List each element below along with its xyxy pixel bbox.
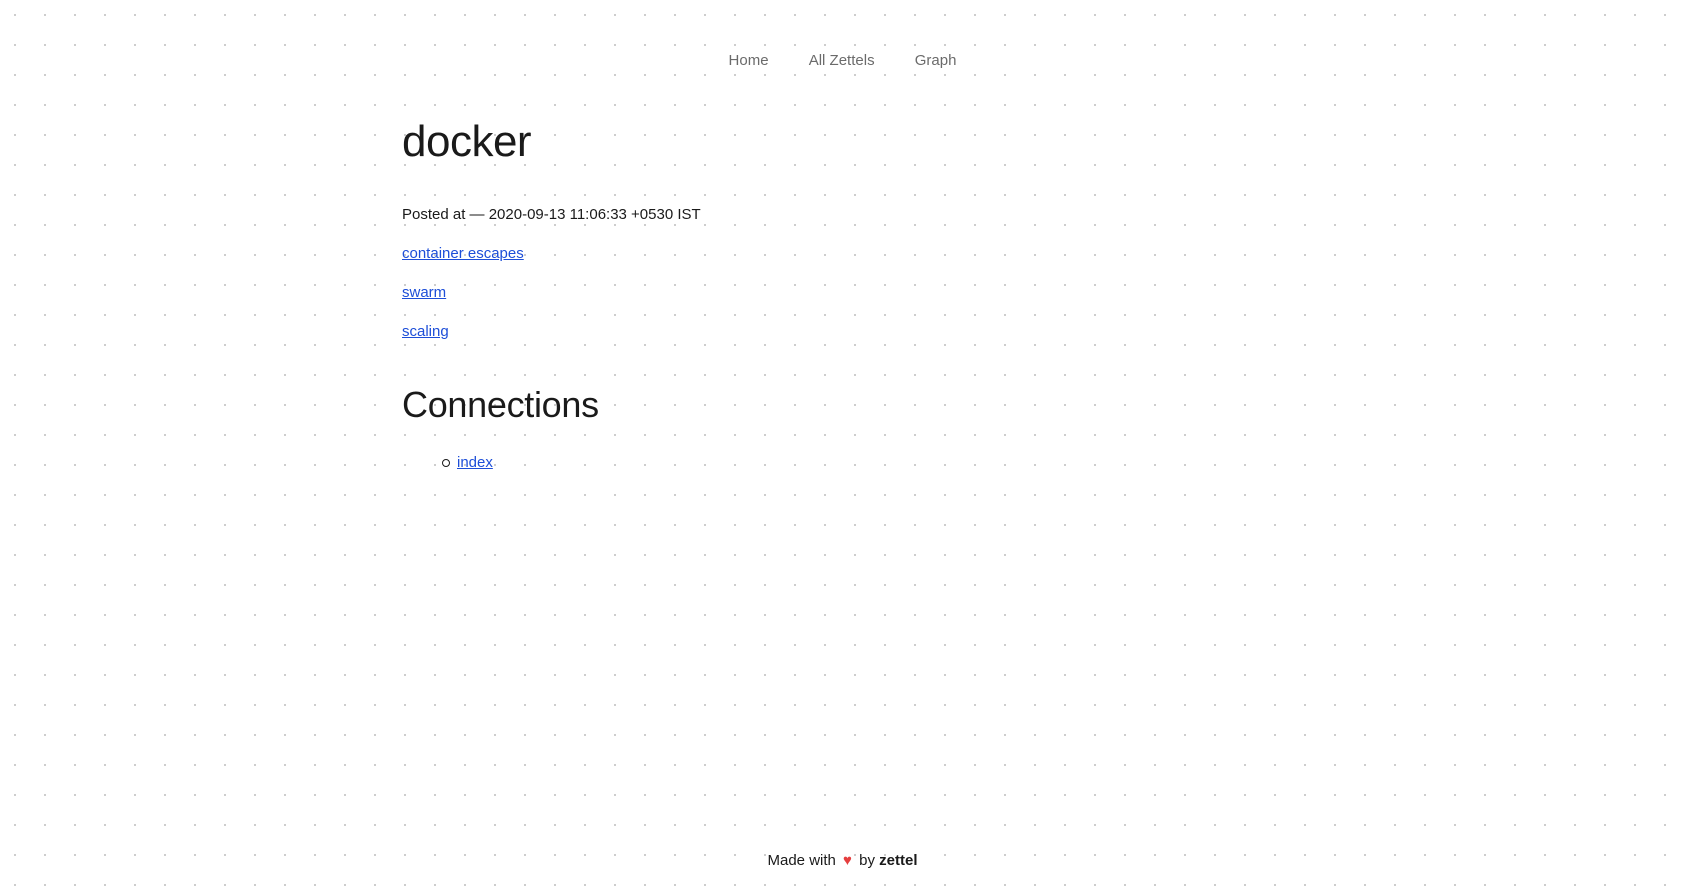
footer-made-with: Made with	[767, 852, 836, 869]
heart-icon: ♥	[843, 852, 852, 869]
nav-link-graph[interactable]: Graph	[913, 52, 958, 69]
footer-by: by	[859, 852, 875, 869]
link-paragraph: scaling	[402, 322, 1282, 342]
main-content: docker Posted at — 2020-09-13 11:06:33 +…	[402, 112, 1282, 473]
connections-list: index	[402, 453, 1282, 473]
nav-link-all-zettels[interactable]: All Zettels	[807, 52, 876, 69]
link-swarm[interactable]: swarm	[402, 284, 446, 301]
page-title: docker	[402, 117, 532, 166]
link-paragraph: swarm	[402, 283, 1282, 303]
link-scaling[interactable]: scaling	[402, 323, 449, 340]
link-container-escapes[interactable]: container escapes	[402, 245, 524, 262]
nav-link-home[interactable]: Home	[727, 52, 770, 69]
connection-link-index[interactable]: index	[457, 453, 493, 473]
circle-bullet-icon	[442, 459, 450, 467]
link-paragraph: container escapes	[402, 244, 1282, 264]
footer-brand: zettel	[879, 852, 918, 869]
footer: Made with ♥ by zettel	[0, 851, 1685, 871]
connections-heading: Connections	[402, 384, 599, 425]
top-navigation: Home All Zettels Graph	[0, 52, 1685, 69]
list-item: index	[442, 453, 1282, 473]
posted-timestamp: Posted at — 2020-09-13 11:06:33 +0530 IS…	[402, 206, 701, 223]
